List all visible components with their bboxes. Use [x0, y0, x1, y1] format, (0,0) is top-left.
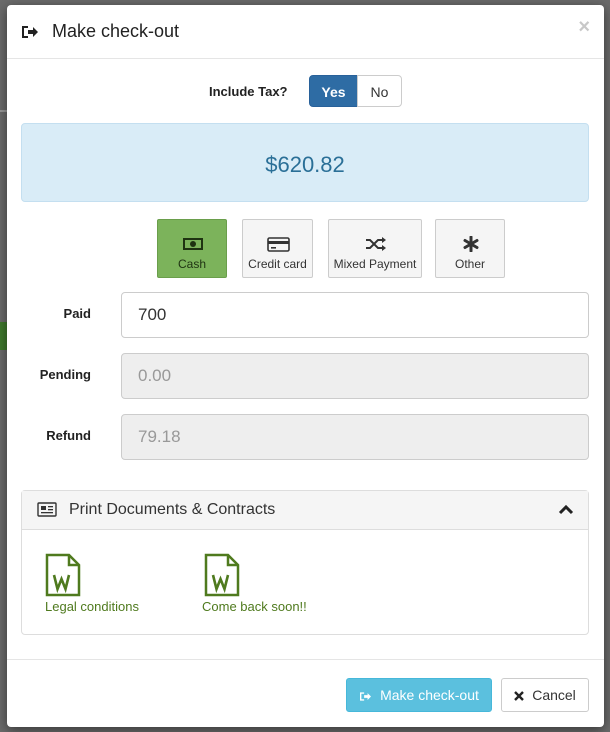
make-checkout-button[interactable]: Make check-out [346, 678, 492, 712]
refund-label: Refund [46, 428, 91, 443]
include-tax-label: Include Tax? [209, 84, 288, 99]
total-amount-box: $620.82 [21, 123, 589, 202]
word-document-icon [204, 553, 240, 597]
paid-input[interactable]: 700 [121, 292, 589, 338]
pending-field: 0.00 [121, 353, 589, 399]
payment-credit-card-label: Credit card [248, 257, 307, 271]
payment-credit-card-button[interactable]: Credit card [242, 219, 313, 278]
close-icon [514, 691, 525, 702]
document-label: Come back soon!! [202, 599, 307, 614]
sign-out-icon [360, 692, 372, 701]
tax-yes-button[interactable]: Yes [309, 75, 358, 107]
cash-icon [183, 238, 203, 250]
document-label: Legal conditions [45, 599, 139, 614]
pending-label: Pending [39, 367, 91, 382]
cancel-label: Cancel [532, 687, 576, 703]
payment-other-button[interactable]: Other [435, 219, 505, 278]
paid-label: Paid [63, 306, 91, 321]
sign-out-icon [22, 26, 38, 38]
credit-card-icon [267, 237, 290, 252]
modal-footer: Make check-out Cancel [7, 659, 604, 727]
word-document-icon [45, 553, 81, 597]
payment-cash-label: Cash [177, 257, 206, 271]
modal-header: Make check-out × [7, 5, 604, 59]
shuffle-icon [366, 237, 386, 251]
tax-no-button[interactable]: No [357, 75, 402, 107]
total-amount: $620.82 [265, 152, 345, 177]
refund-field: 79.18 [121, 414, 589, 460]
payment-other-label: Other [454, 257, 485, 271]
documents-panel-header[interactable]: Print Documents & Contracts [22, 491, 588, 530]
chevron-up-icon[interactable] [558, 503, 574, 515]
payment-mixed-label: Mixed Payment [333, 257, 417, 271]
newspaper-icon [37, 502, 57, 517]
documents-panel: Print Documents & Contracts Legal condit… [21, 490, 589, 635]
include-tax-row: Include Tax? Yes No [7, 75, 604, 109]
payment-cash-button[interactable]: Cash [157, 219, 227, 278]
make-checkout-label: Make check-out [380, 687, 479, 703]
checkout-modal: Make check-out × Include Tax? Yes No $62… [7, 5, 604, 727]
asterisk-icon [463, 236, 479, 252]
modal-title: Make check-out [52, 21, 180, 41]
documents-panel-title: Print Documents & Contracts [69, 501, 276, 518]
payment-mixed-button[interactable]: Mixed Payment [328, 219, 422, 278]
close-icon[interactable]: × [578, 17, 590, 37]
cancel-button[interactable]: Cancel [501, 678, 589, 712]
